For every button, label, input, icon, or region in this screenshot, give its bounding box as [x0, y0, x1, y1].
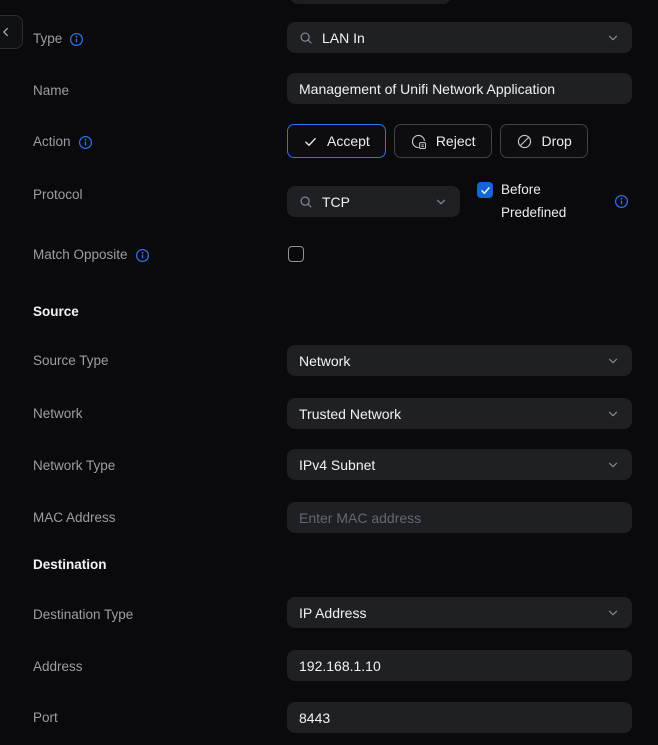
source-section-header: Source [33, 304, 79, 319]
type-value: LAN In [322, 29, 365, 46]
name-input[interactable] [287, 73, 632, 104]
port-input[interactable] [287, 702, 632, 733]
action-label: Action [33, 134, 93, 150]
before-predefined-checkbox[interactable] [477, 182, 493, 198]
search-icon [299, 195, 313, 209]
match-opposite-checkbox[interactable] [288, 246, 304, 262]
back-button[interactable] [0, 15, 23, 49]
firewall-rule-form: Type LAN In Name Action Accept [0, 0, 658, 745]
search-icon [299, 31, 313, 45]
destination-type-label: Destination Type [33, 607, 134, 622]
protocol-value: TCP [322, 193, 350, 210]
source-type-label: Source Type [33, 353, 109, 368]
info-icon[interactable] [614, 194, 629, 209]
chevron-left-icon [0, 25, 13, 39]
network-dropdown[interactable]: Trusted Network [287, 398, 632, 429]
before-predefined-label-line2: Predefined [501, 205, 567, 220]
destination-type-value: IP Address [299, 604, 367, 621]
type-dropdown[interactable]: LAN In [287, 22, 632, 53]
chevron-down-icon [606, 31, 620, 45]
destination-section-header: Destination [33, 557, 107, 572]
circle-slash-icon [516, 133, 533, 150]
protocol-label: Protocol [33, 187, 83, 202]
chevron-down-icon [606, 606, 620, 620]
destination-type-dropdown[interactable]: IP Address [287, 597, 632, 628]
address-input[interactable] [287, 650, 632, 681]
check-icon [303, 134, 318, 149]
port-label: Port [33, 710, 58, 725]
reject-icon [410, 133, 427, 150]
accept-button[interactable]: Accept [287, 124, 386, 158]
before-predefined-label-line1: Before [501, 182, 541, 197]
type-label: Type [33, 31, 84, 47]
chevron-down-icon [606, 407, 620, 421]
network-type-value: IPv4 Subnet [299, 456, 376, 473]
drop-button[interactable]: Drop [499, 124, 588, 158]
network-type-dropdown[interactable]: IPv4 Subnet [287, 449, 632, 480]
network-value: Trusted Network [299, 405, 402, 422]
address-label: Address [33, 659, 83, 674]
match-opposite-label: Match Opposite [33, 247, 150, 263]
source-type-value: Network [299, 352, 351, 369]
chevron-down-icon [606, 458, 620, 472]
info-icon[interactable] [78, 135, 93, 150]
protocol-dropdown[interactable]: TCP [287, 186, 460, 217]
mac-address-label: MAC Address [33, 510, 116, 525]
partial-field-above[interactable] [290, 0, 451, 4]
chevron-down-icon [606, 354, 620, 368]
reject-button[interactable]: Reject [393, 124, 492, 158]
name-label: Name [33, 83, 70, 98]
info-icon[interactable] [69, 32, 84, 47]
info-icon[interactable] [135, 248, 150, 263]
source-type-dropdown[interactable]: Network [287, 345, 632, 376]
action-button-group: Accept Reject Drop [287, 124, 588, 158]
chevron-down-icon [434, 195, 448, 209]
network-type-label: Network Type [33, 458, 116, 473]
network-label: Network [33, 406, 83, 421]
mac-address-input[interactable] [287, 502, 632, 533]
